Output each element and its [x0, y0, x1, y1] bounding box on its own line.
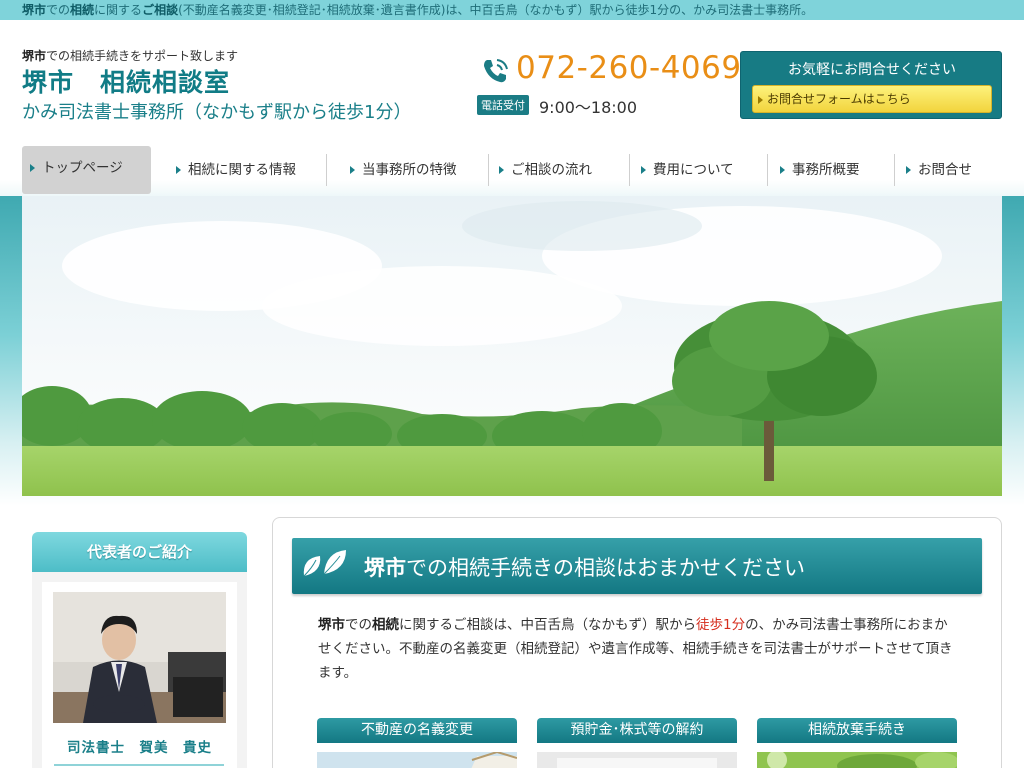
nav-separator [326, 154, 327, 186]
intro-5-highlight: 徒歩1分 [696, 617, 746, 633]
main-heading: 堺市での相続手続きの相談はおまかせください [364, 552, 805, 582]
nav-item-consultation-flow[interactable]: ご相談の流れ [491, 154, 592, 186]
tagline-rest: での相続手続きをサポート致します [46, 49, 239, 63]
nav-separator [894, 154, 895, 186]
topbar-text-4: に関する [94, 3, 143, 17]
service-real-estate-title[interactable]: 不動産の名義変更 [317, 718, 517, 743]
nav-item-inheritance-info[interactable]: 相続に関する情報 [168, 154, 296, 186]
service-renunciation-image[interactable] [757, 752, 957, 768]
phone-number[interactable]: 072-260-4069 [516, 50, 742, 86]
contact-box-title: お気軽にお問合せください [788, 62, 956, 78]
site-tagline: 堺市での相続手続きをサポート致します [22, 47, 238, 64]
nav-item-contact[interactable]: お問合せ [898, 154, 972, 186]
nav-separator [629, 154, 630, 186]
intro-2: での [345, 617, 372, 633]
leaves-illustration [757, 752, 957, 768]
intro-4: に関するご相談は、中百舌鳥（なかもず）駅から [399, 617, 696, 633]
tagline-bold: 堺市 [22, 49, 47, 63]
service-real-estate-image[interactable] [317, 752, 517, 768]
representative-portrait-illustration [53, 592, 226, 723]
representative-heading: 代表者のご紹介 [32, 532, 247, 572]
representative-card: 司法書士 賀美 貴史 [42, 582, 237, 768]
site-subtitle: かみ司法書士事務所（なかもず駅から徒歩1分） [22, 102, 412, 123]
topbar-text-6: (不動産名義変更･相続登記･相続放棄･遺言書作成)は、中百舌鳥（なかもず）駅から… [178, 3, 814, 17]
main-heading-bold: 堺市 [364, 556, 406, 580]
topbar-text-3: 相続 [70, 3, 95, 17]
nav-item-office-overview[interactable]: 事務所概要 [772, 154, 860, 186]
nav-item-features[interactable]: 当事務所の特徴 [342, 154, 457, 186]
phone-icon [484, 59, 508, 83]
topbar-text-2: での [46, 3, 71, 17]
hero-image [22, 196, 1002, 496]
service-deposits-image[interactable] [537, 752, 737, 768]
top-info-bar: 堺市での相続に関するご相談(不動産名義変更･相続登記･相続放棄･遺言書作成)は、… [0, 0, 1024, 20]
intro-text: 堺市での相続に関するご相談は、中百舌鳥（なかもず）駅から徒歩1分の、かみ司法書士… [318, 613, 958, 685]
main-heading-rest: での相続手続きの相談はおまかせください [406, 556, 805, 580]
documents-illustration [537, 752, 737, 768]
divider [54, 764, 224, 766]
nav-item-top-page[interactable]: トップページ [22, 146, 151, 194]
topbar-text-1: 堺市 [22, 3, 47, 17]
site-title[interactable]: 堺市 相続相談室 [22, 63, 230, 99]
representative-name: 司法書士 賀美 貴史 [67, 740, 212, 756]
hero-landscape-illustration [22, 196, 1002, 496]
sidebar: 代表者のご紹介 司法書士 賀美 貴史 [32, 532, 247, 768]
contact-box: お気軽にお問合せください お問合せフォームはこちら [740, 51, 1002, 119]
main-content: 堺市での相続手続きの相談はおまかせください 堺市での相続に関するご相談は、中百舌… [272, 517, 1002, 768]
service-deposits-title[interactable]: 預貯金･株式等の解約 [537, 718, 737, 743]
leaf-icon [303, 550, 346, 577]
house-illustration [317, 752, 517, 768]
nav-separator [767, 154, 768, 186]
service-renunciation-title[interactable]: 相続放棄手続き [757, 718, 957, 743]
intro-3: 相続 [372, 617, 399, 633]
representative-photo [53, 592, 226, 723]
intro-1: 堺市 [318, 617, 345, 633]
main-nav: トップページ 相続に関する情報 当事務所の特徴 ご相談の流れ 費用について 事務… [22, 146, 1002, 194]
contact-form-button[interactable]: お問合せフォームはこちら [752, 85, 992, 113]
business-hours: 9:00〜18:00 [539, 98, 638, 117]
hours-badge: 電話受付 [477, 95, 529, 115]
nav-item-fees[interactable]: 費用について [633, 154, 734, 186]
main-heading-banner: 堺市での相続手続きの相談はおまかせください [292, 538, 982, 594]
topbar-text-5: ご相談 [142, 3, 179, 17]
nav-separator [488, 154, 489, 186]
